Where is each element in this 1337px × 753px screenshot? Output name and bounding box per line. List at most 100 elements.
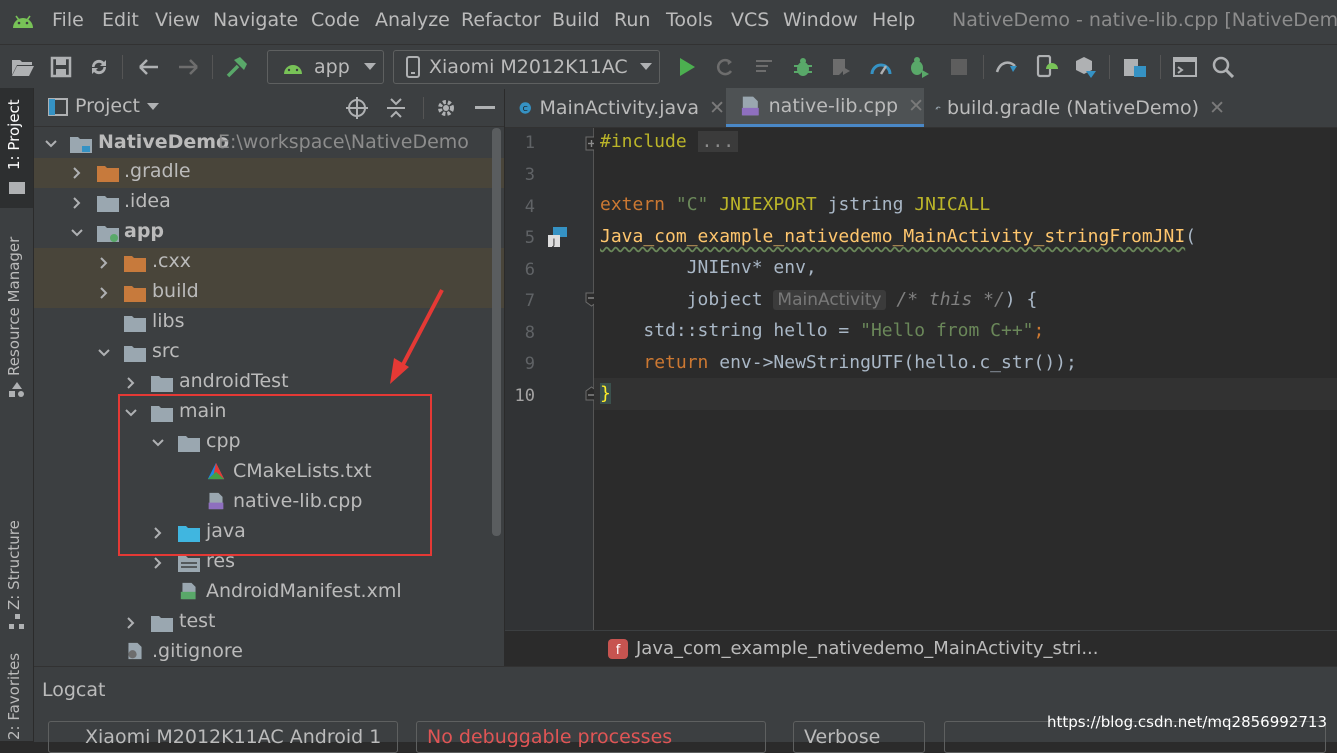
- project-view-title[interactable]: Project: [75, 95, 140, 117]
- expand-arrow-icon: [71, 229, 83, 237]
- save-icon[interactable]: [48, 54, 74, 80]
- tab-native-lib[interactable]: native-lib.cpp ✕: [726, 88, 924, 127]
- tree-row[interactable]: .gradle: [34, 158, 504, 188]
- tree-label: androidTest: [179, 370, 289, 392]
- menu-refactor[interactable]: Refactor: [461, 9, 541, 31]
- tree-row[interactable]: libs: [34, 308, 504, 338]
- chevron-down-icon: [363, 63, 376, 70]
- code-editor[interactable]: #include ... extern "C" JNIEXPORT jstrin…: [594, 128, 1337, 630]
- logcat-level-select[interactable]: Verbose: [793, 721, 925, 753]
- menu-view[interactable]: View: [155, 9, 200, 31]
- device-label: Xiaomi M2012K11AC: [429, 56, 628, 78]
- minimize-icon[interactable]: [475, 106, 495, 110]
- run-config-select[interactable]: app: [267, 50, 384, 84]
- close-icon[interactable]: ✕: [908, 95, 924, 117]
- menu-build[interactable]: Build: [552, 9, 600, 31]
- android-icon: [284, 65, 302, 74]
- gitignore-file-icon: [128, 642, 142, 660]
- code-line-5: Java_com_example_nativedemo_MainActivity…: [600, 226, 1197, 247]
- folder-icon: [97, 166, 119, 182]
- expand-arrow-icon: [45, 140, 57, 148]
- tab-build-gradle[interactable]: build.gradle (NativeDemo) ✕: [925, 88, 1225, 127]
- menu-tools[interactable]: Tools: [666, 9, 713, 31]
- run-play-icon[interactable]: [674, 54, 700, 80]
- attach-debugger-icon[interactable]: [828, 54, 854, 80]
- menu-help[interactable]: Help: [872, 9, 915, 31]
- project-tool-tab[interactable]: 1: Project: [0, 88, 33, 208]
- chevron-down-icon: [639, 63, 652, 70]
- menu-vcs[interactable]: VCS: [731, 9, 769, 31]
- main-toolbar: app Xiaomi M2012K11AC: [0, 44, 1337, 90]
- jni-navigation-icon[interactable]: J: [547, 226, 569, 248]
- locate-target-icon[interactable]: [346, 97, 368, 119]
- tree-row[interactable]: test: [34, 608, 504, 638]
- structure-tab[interactable]: Z: Structure: [5, 520, 23, 610]
- chevron-down-icon[interactable]: [147, 103, 159, 111]
- close-icon[interactable]: ✕: [1209, 97, 1225, 119]
- debug-bug-icon[interactable]: [790, 54, 816, 80]
- collapsed-arrow-icon: [73, 167, 81, 179]
- folder-icon: [151, 376, 173, 392]
- avd-manager-icon[interactable]: [1034, 54, 1060, 80]
- project-view-icon: [48, 98, 68, 116]
- line-number: 10: [514, 386, 535, 406]
- stop-icon[interactable]: [946, 54, 972, 80]
- menu-analyze[interactable]: Analyze: [375, 9, 450, 31]
- folder-icon: [124, 256, 146, 272]
- logcat-process-select[interactable]: No debuggable processes: [416, 721, 766, 753]
- hammer-build-icon[interactable]: [224, 54, 250, 80]
- sdk-manager-icon[interactable]: [1072, 54, 1098, 80]
- sync-gradle-icon[interactable]: [994, 54, 1020, 80]
- favorites-tab[interactable]: 2: Favorites: [5, 653, 23, 740]
- collapse-all-icon[interactable]: [386, 97, 406, 119]
- tree-row[interactable]: app: [34, 218, 504, 248]
- menu-run[interactable]: Run: [614, 9, 650, 31]
- collapsed-arrow-icon: [73, 197, 81, 209]
- menu-navigate[interactable]: Navigate: [213, 9, 298, 31]
- search-icon[interactable]: [1210, 54, 1236, 80]
- gear-icon[interactable]: [435, 97, 457, 119]
- tree-row[interactable]: .cxx: [34, 248, 504, 278]
- profiler-gauge-icon[interactable]: [868, 54, 894, 80]
- window-title: NativeDemo - native-lib.cpp [NativeDemo.…: [952, 9, 1337, 31]
- forward-arrow-icon[interactable]: [175, 54, 201, 80]
- tree-row[interactable]: .idea: [34, 188, 504, 218]
- tree-path: E:\workspace\NativeDemo: [218, 131, 469, 153]
- folded-code-placeholder[interactable]: ...: [697, 131, 739, 152]
- tree-row-root[interactable]: NativeDemo E:\workspace\NativeDemo: [34, 129, 504, 159]
- menu-edit[interactable]: Edit: [102, 9, 139, 31]
- apply-changes-icon[interactable]: [712, 54, 738, 80]
- tree-row[interactable]: AndroidManifest.xml: [34, 578, 504, 608]
- line-number: 1: [524, 133, 535, 153]
- tree-row[interactable]: src: [34, 338, 504, 368]
- code-line-9: return env->NewStringUTF(hello.c_str());: [643, 352, 1077, 373]
- project-structure-icon[interactable]: [1122, 54, 1148, 80]
- tree-label: libs: [152, 310, 185, 332]
- menu-bar: File Edit View Navigate Code Analyze Ref…: [0, 0, 1337, 44]
- watermark-text: https://blog.csdn.net/mq2856992713: [1046, 713, 1327, 731]
- open-folder-icon[interactable]: [10, 54, 36, 80]
- back-arrow-icon[interactable]: [136, 54, 162, 80]
- folder-icon: [9, 182, 25, 194]
- res-folder-icon: [178, 556, 200, 572]
- close-icon[interactable]: ✕: [709, 97, 725, 119]
- sync-icon[interactable]: [86, 54, 112, 80]
- tree-row[interactable]: build: [34, 278, 504, 308]
- logcat-device-select[interactable]: Xiaomi M2012K11AC Android 1: [48, 721, 398, 753]
- apply-code-changes-icon[interactable]: [752, 54, 778, 80]
- debug-attach-bug-icon[interactable]: [906, 54, 932, 80]
- terminal-window-icon[interactable]: [1172, 54, 1198, 80]
- device-select[interactable]: Xiaomi M2012K11AC: [393, 50, 660, 84]
- collapsed-arrow-icon: [100, 257, 108, 269]
- menu-file[interactable]: File: [52, 9, 84, 31]
- tab-main-activity[interactable]: C MainActivity.java ✕: [505, 88, 725, 127]
- menu-code[interactable]: Code: [311, 9, 360, 31]
- menu-window[interactable]: Window: [783, 9, 858, 31]
- gradle-elephant-icon: [935, 106, 941, 110]
- tree-label: .cxx: [152, 250, 191, 272]
- editor-gutter: 1 3 4 5 6 7 8 9 10 J: [505, 128, 598, 630]
- breadcrumb-item[interactable]: Java_com_example_nativedemo_MainActivity…: [636, 638, 1099, 659]
- tree-row[interactable]: .gitignore: [34, 638, 504, 666]
- resource-manager-tab[interactable]: Resource Manager: [5, 237, 23, 376]
- project-scrollbar[interactable]: [492, 128, 501, 536]
